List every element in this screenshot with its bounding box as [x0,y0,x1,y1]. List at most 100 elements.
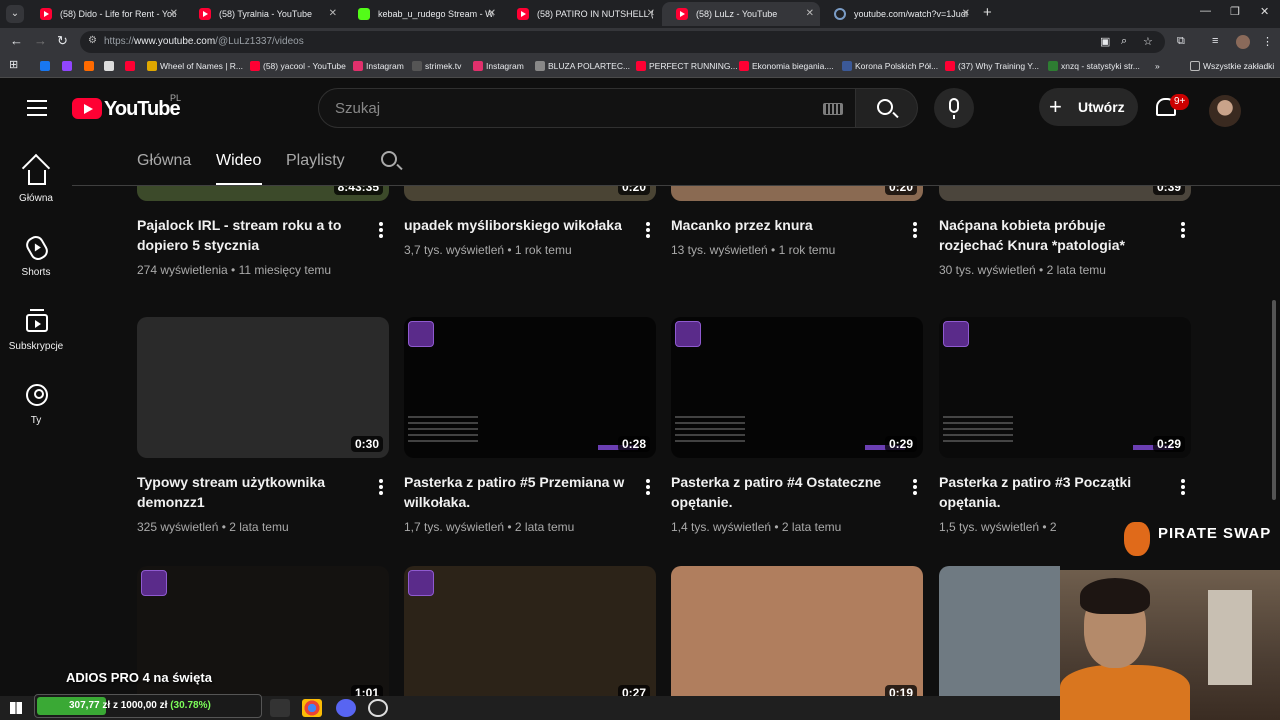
meta-separator: • [767,243,779,257]
bookmark-item[interactable]: (37) Why Training Y... [945,61,1039,71]
new-tab-button[interactable]: + [983,4,992,21]
address-bar[interactable]: ⚙ https://www.youtube.com/@LuLz1337/vide… [80,31,1165,53]
page-scrollbar[interactable] [1272,300,1276,500]
tab-title: (58) Dido - Life for Rent - YouTube [60,9,176,19]
bookmark-star-icon[interactable]: ☆ [1143,35,1153,48]
profile-avatar[interactable] [1236,35,1250,49]
browser-tab-bar: ⌄ (58) Dido - Life for Rent - YouTube✕(5… [0,0,1280,28]
bookmark-item[interactable]: xnzq - statystyki str... [1048,61,1140,71]
browser-tab[interactable]: (58) PATIRO IN NUTSHELL (Za c✕ [503,2,661,26]
close-tab-icon[interactable]: ✕ [806,2,814,26]
terminal-icon[interactable] [270,699,290,717]
close-tab-icon[interactable]: ✕ [329,2,337,26]
video-thumbnail[interactable]: 0:29 [671,317,923,458]
browser-tab[interactable]: (58) Tyralnia - YouTube ✕ [185,2,343,26]
discord-icon[interactable] [336,699,356,717]
apps-icon[interactable]: ⊞ [9,58,18,71]
video-title[interactable]: Macanko przez knura [671,215,901,235]
more-actions-icon[interactable] [646,222,650,238]
youtube-logo-text[interactable]: YouTube [104,98,181,121]
more-actions-icon[interactable] [913,222,917,238]
bookmark-item[interactable]: strimek.tv [412,61,461,71]
loading-favicon [834,8,846,20]
more-actions-icon[interactable] [1181,222,1185,238]
more-actions-icon[interactable] [379,222,383,238]
zoom-icon[interactable]: ⌕ [1121,35,1127,48]
video-title[interactable]: Pasterka z patiro #5 Przemiana w wilkoła… [404,472,634,512]
create-button[interactable]: + Utwórz [1039,88,1138,126]
stream-title-overlay: ADIOS PRO 4 na święta [66,670,212,685]
bookmark-item[interactable]: PERFECT RUNNING... [636,61,738,71]
close-window-button[interactable]: ✕ [1260,5,1269,18]
bookmarks-bar: ⊞ Wheel of Names | R... (58) yacool - You… [0,56,1280,78]
obs-icon[interactable] [368,699,388,717]
channel-search-icon[interactable] [381,151,397,167]
tab-playlists[interactable]: Playlisty [286,152,345,170]
close-tab-icon[interactable]: ✕ [488,2,496,26]
video-title[interactable]: upadek myśliborskiego wikołaka [404,215,634,235]
forward-icon[interactable]: → [34,33,47,48]
close-tab-icon[interactable]: ✕ [962,2,970,26]
voice-search-button[interactable] [934,88,974,128]
video-thumbnail[interactable]: 0:30 [137,317,389,458]
video-title[interactable]: Pasterka z patiro #4 Ostateczne opętanie… [671,472,901,512]
all-bookmarks-folder[interactable]: Wszystkie zakładki [1190,61,1274,71]
tab-videos[interactable]: Wideo [216,152,261,170]
browser-menu-icon[interactable]: ⋮ [1262,35,1273,48]
search-button[interactable] [856,88,918,128]
site-info-icon[interactable]: ⚙ [88,35,97,46]
bookmark-item[interactable]: Wheel of Names | R... [147,61,243,71]
tab-search-button[interactable]: ⌄ [6,5,24,23]
event-badge-icon [408,321,434,347]
video-thumbnail[interactable]: 0:28 [404,317,656,458]
more-bookmarks-icon[interactable]: » [1155,61,1160,71]
more-actions-icon[interactable] [379,479,383,495]
webcam-hair [1080,578,1150,614]
more-actions-icon[interactable] [913,479,917,495]
tab-home[interactable]: Główna [137,152,191,170]
video-thumbnail[interactable]: 0:39 [939,186,1191,201]
video-thumbnail[interactable]: 0:27 [404,566,656,696]
bookmark-item[interactable]: BLUZA POLARTEC... [535,61,630,71]
browser-tab[interactable]: kebab_u_rudego Stream - Watch✕ [344,2,502,26]
bookmark-item[interactable]: Ekonomia biegania.... [739,61,834,71]
keyboard-icon[interactable] [823,103,843,115]
video-duration: 0:29 [1152,436,1185,452]
minimize-button[interactable]: — [1200,5,1211,17]
windows-start-icon[interactable] [10,702,22,714]
bookmark-item[interactable]: Korona Polskich Pół... [842,61,938,71]
media-icon[interactable]: ≡ [1212,35,1218,47]
bookmark-item[interactable]: (58) yacool - YouTube [250,61,346,71]
install-app-icon[interactable]: ▣ [1100,35,1110,48]
search-input[interactable]: Szukaj [318,88,856,128]
bookmark-item[interactable]: Instagram [473,61,524,71]
more-actions-icon[interactable] [1181,479,1185,495]
meta-separator: • [1039,520,1050,534]
more-actions-icon[interactable] [646,479,650,495]
account-avatar[interactable] [1209,95,1241,127]
restore-button[interactable]: ❐ [1230,5,1240,18]
video-thumbnail[interactable]: 0:20 [404,186,656,201]
bookmark-label: strimek.tv [425,61,462,71]
chrome-icon[interactable] [302,699,322,717]
event-badge-icon [141,570,167,596]
video-thumbnail[interactable]: 0:20 [671,186,923,201]
video-title[interactable]: Naćpana kobieta próbuje rozjechać Knura … [939,215,1169,255]
video-title[interactable]: Typowy stream użytkownika demonzz1 [137,472,367,512]
video-title[interactable]: Pasterka z patiro #3 Początki opętania. [939,472,1169,512]
browser-tab[interactable]: (58) LuLz - YouTube ✕ [662,2,820,26]
browser-tab[interactable]: youtube.com/watch?v=1JudhD ✕ [820,2,976,26]
youtube-logo-icon[interactable] [72,98,102,119]
close-tab-icon[interactable]: ✕ [170,2,178,26]
video-thumbnail[interactable]: 0:29 [939,317,1191,458]
video-thumbnail[interactable]: 8:43:35 [137,186,389,201]
extensions-icon[interactable]: ⧉ [1177,35,1185,48]
video-thumbnail[interactable]: 0:19 [671,566,923,696]
close-tab-icon[interactable]: ✕ [647,2,655,26]
menu-icon[interactable] [27,100,47,116]
reload-icon[interactable]: ↻ [57,33,68,49]
video-title[interactable]: Pajalock IRL - stream roku a to dopiero … [137,215,367,255]
back-icon[interactable]: ← [10,33,23,48]
bookmark-item[interactable]: Instagram [353,61,404,71]
browser-tab[interactable]: (58) Dido - Life for Rent - YouTube✕ [26,2,184,26]
